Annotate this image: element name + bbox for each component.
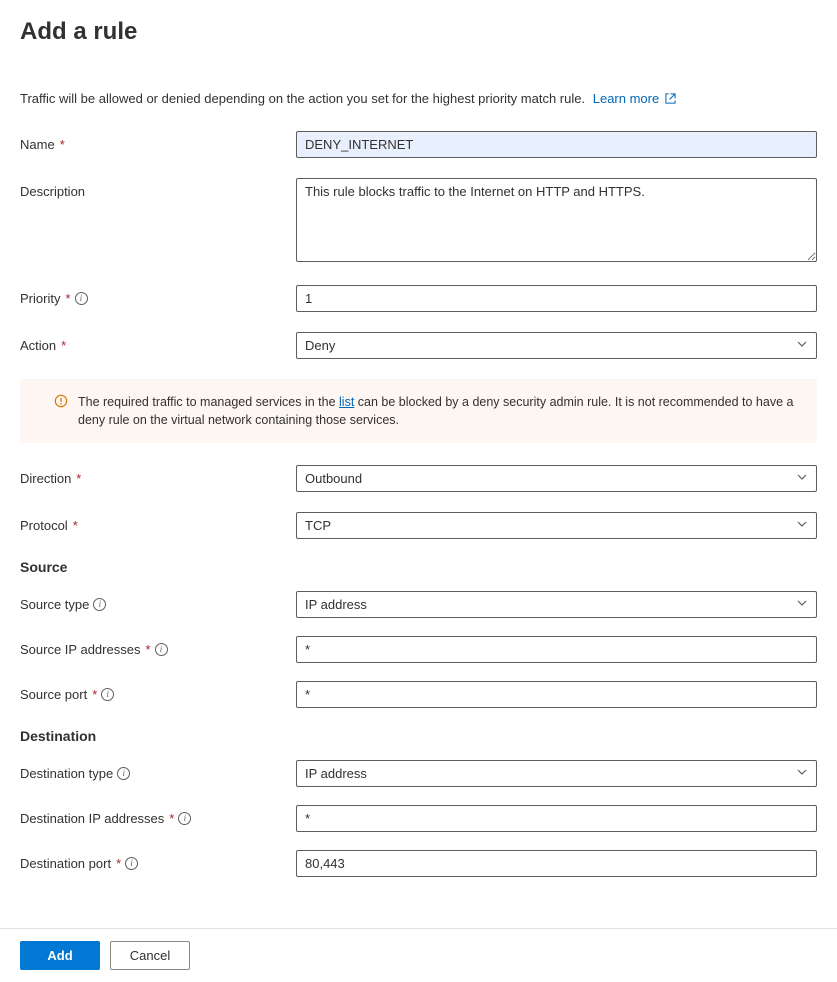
source-type-value: IP address bbox=[305, 597, 367, 612]
source-section-header: Source bbox=[20, 559, 817, 575]
action-value: Deny bbox=[305, 338, 335, 353]
info-icon[interactable]: i bbox=[155, 643, 168, 656]
protocol-select[interactable]: TCP bbox=[296, 512, 817, 539]
page-title: Add a rule bbox=[20, 18, 817, 46]
footer-actions: Add Cancel bbox=[0, 928, 837, 982]
action-label: Action * bbox=[20, 332, 296, 353]
source-ip-input[interactable] bbox=[296, 636, 817, 663]
direction-value: Outbound bbox=[305, 471, 362, 486]
source-port-label: Source port * i bbox=[20, 681, 296, 702]
destination-type-label: Destination type i bbox=[20, 760, 296, 781]
source-port-input[interactable] bbox=[296, 681, 817, 708]
description-label: Description bbox=[20, 178, 296, 199]
description-label-text: Description bbox=[20, 184, 85, 199]
destination-port-label-text: Destination port bbox=[20, 856, 111, 871]
chevron-down-icon bbox=[796, 471, 808, 486]
warning-icon bbox=[54, 394, 68, 408]
cancel-button[interactable]: Cancel bbox=[110, 941, 190, 970]
required-indicator: * bbox=[65, 291, 70, 306]
chevron-down-icon bbox=[796, 597, 808, 612]
intro-body: Traffic will be allowed or denied depend… bbox=[20, 91, 585, 106]
info-icon[interactable]: i bbox=[101, 688, 114, 701]
name-input[interactable] bbox=[296, 131, 817, 158]
protocol-label-text: Protocol bbox=[20, 518, 68, 533]
priority-label: Priority * i bbox=[20, 285, 296, 306]
required-indicator: * bbox=[61, 338, 66, 353]
required-indicator: * bbox=[169, 811, 174, 826]
destination-ip-input[interactable] bbox=[296, 805, 817, 832]
required-indicator: * bbox=[76, 471, 81, 486]
name-label-text: Name bbox=[20, 137, 55, 152]
priority-label-text: Priority bbox=[20, 291, 60, 306]
deny-warning-banner: The required traffic to managed services… bbox=[20, 379, 817, 443]
required-indicator: * bbox=[116, 856, 121, 871]
warning-list-link[interactable]: list bbox=[339, 395, 354, 409]
priority-input[interactable] bbox=[296, 285, 817, 312]
required-indicator: * bbox=[73, 518, 78, 533]
destination-port-label: Destination port * i bbox=[20, 850, 296, 871]
direction-label: Direction * bbox=[20, 465, 296, 486]
source-ip-label: Source IP addresses * i bbox=[20, 636, 296, 657]
info-icon[interactable]: i bbox=[75, 292, 88, 305]
action-select[interactable]: Deny bbox=[296, 332, 817, 359]
required-indicator: * bbox=[60, 137, 65, 152]
action-label-text: Action bbox=[20, 338, 56, 353]
destination-type-select[interactable]: IP address bbox=[296, 760, 817, 787]
source-ip-label-text: Source IP addresses bbox=[20, 642, 140, 657]
name-label: Name * bbox=[20, 131, 296, 152]
required-indicator: * bbox=[92, 687, 97, 702]
destination-type-value: IP address bbox=[305, 766, 367, 781]
protocol-label: Protocol * bbox=[20, 512, 296, 533]
info-icon[interactable]: i bbox=[178, 812, 191, 825]
learn-more-link[interactable]: Learn more bbox=[593, 91, 676, 106]
direction-select[interactable]: Outbound bbox=[296, 465, 817, 492]
info-icon[interactable]: i bbox=[93, 598, 106, 611]
destination-ip-label: Destination IP addresses * i bbox=[20, 805, 296, 826]
info-icon[interactable]: i bbox=[125, 857, 138, 870]
source-type-label-text: Source type bbox=[20, 597, 89, 612]
intro-text: Traffic will be allowed or denied depend… bbox=[20, 91, 817, 107]
external-link-icon bbox=[665, 92, 676, 107]
chevron-down-icon bbox=[796, 766, 808, 781]
destination-section-header: Destination bbox=[20, 728, 817, 744]
destination-ip-label-text: Destination IP addresses bbox=[20, 811, 164, 826]
destination-port-input[interactable] bbox=[296, 850, 817, 877]
required-indicator: * bbox=[145, 642, 150, 657]
source-type-label: Source type i bbox=[20, 591, 296, 612]
source-type-select[interactable]: IP address bbox=[296, 591, 817, 618]
learn-more-label: Learn more bbox=[593, 91, 659, 106]
chevron-down-icon bbox=[796, 338, 808, 353]
description-textarea[interactable]: This rule blocks traffic to the Internet… bbox=[296, 178, 817, 262]
protocol-value: TCP bbox=[305, 518, 331, 533]
destination-type-label-text: Destination type bbox=[20, 766, 113, 781]
warning-text-pre: The required traffic to managed services… bbox=[78, 395, 339, 409]
add-button[interactable]: Add bbox=[20, 941, 100, 970]
info-icon[interactable]: i bbox=[117, 767, 130, 780]
source-port-label-text: Source port bbox=[20, 687, 87, 702]
direction-label-text: Direction bbox=[20, 471, 71, 486]
chevron-down-icon bbox=[796, 518, 808, 533]
